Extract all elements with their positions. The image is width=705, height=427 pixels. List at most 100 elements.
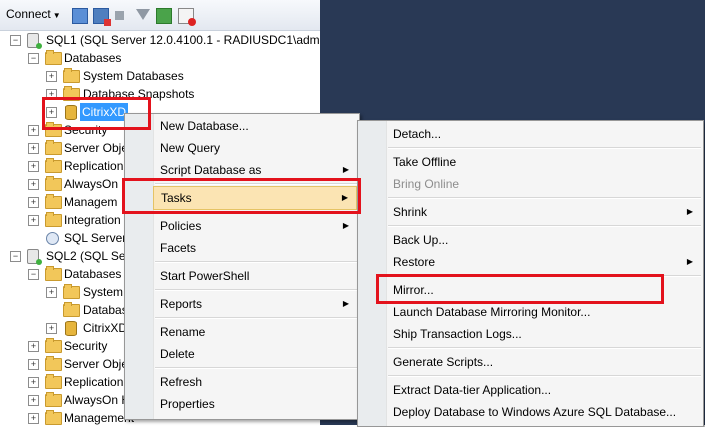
connect-button[interactable]: Connect ▼ — [6, 7, 61, 21]
menu-label: New Query — [160, 141, 221, 155]
folder-icon — [45, 176, 62, 191]
folder-icon — [45, 392, 62, 407]
tree-label: Databas — [83, 303, 128, 317]
menu-item-reports[interactable]: Reports ▶ — [153, 293, 357, 315]
tree-label: Integration — [64, 213, 121, 227]
connect-label: Connect — [6, 7, 51, 21]
expand-icon[interactable]: + — [28, 197, 39, 208]
menu-item-shrink[interactable]: Shrink ▶ — [386, 201, 701, 223]
highlight-box-mirror — [376, 274, 664, 304]
menu-label: Deploy Database to Windows Azure SQL Dat… — [393, 405, 677, 419]
menu-item-launch-mirroring-monitor[interactable]: Launch Database Mirroring Monitor... — [386, 301, 701, 323]
menu-item-new-query[interactable]: New Query — [153, 137, 357, 159]
disconnect-all-icon[interactable] — [178, 8, 196, 26]
menu-item-deploy-azure[interactable]: Deploy Database to Windows Azure SQL Dat… — [386, 401, 701, 423]
server-icon — [27, 33, 42, 49]
menu-label: Generate Scripts... — [393, 355, 494, 369]
menu-label: Extract Data-tier Application... — [393, 383, 552, 397]
menu-label: Ship Transaction Logs... — [393, 327, 522, 341]
menu-label: Take Offline — [393, 155, 457, 169]
folder-icon — [45, 194, 62, 209]
menu-item-start-powershell[interactable]: Start PowerShell — [153, 265, 357, 287]
menu-label: Back Up... — [393, 233, 449, 247]
collapse-icon[interactable]: − — [10, 251, 21, 262]
menu-label: Shrink — [393, 205, 428, 219]
tree-label: Replication — [64, 375, 124, 389]
expand-icon[interactable]: + — [28, 377, 39, 388]
expand-icon[interactable]: + — [28, 359, 39, 370]
menu-item-back-up[interactable]: Back Up... — [386, 229, 701, 251]
server-icon — [27, 249, 42, 265]
menu-item-detach[interactable]: Detach... — [386, 123, 701, 145]
menu-label: Script Database as — [160, 163, 262, 177]
tree-label: AlwaysOn H — [64, 393, 131, 407]
folder-icon — [45, 158, 62, 173]
menu-item-policies[interactable]: Policies ▶ — [153, 215, 357, 237]
expand-icon[interactable]: + — [28, 125, 39, 136]
filter-icon[interactable] — [136, 9, 150, 20]
menu-item-generate-scripts[interactable]: Generate Scripts... — [386, 351, 701, 373]
collapse-icon[interactable]: − — [28, 53, 39, 64]
menu-item-take-offline[interactable]: Take Offline — [386, 151, 701, 173]
submenu-arrow-icon: ▶ — [342, 221, 349, 230]
menu-item-bring-online: Bring Online — [386, 173, 701, 195]
tree-label: Replication — [64, 159, 124, 173]
collapse-icon[interactable]: − — [28, 269, 39, 280]
tree-label: System — [83, 285, 124, 299]
expand-icon[interactable]: + — [28, 413, 39, 424]
menu-separator — [388, 225, 701, 227]
menu-separator — [155, 317, 357, 319]
expand-icon[interactable]: + — [28, 215, 39, 226]
folder-icon — [45, 338, 62, 353]
menu-separator — [388, 197, 701, 199]
tree-label: SQL1 (SQL Server 12.0.4100.1 - RADIUSDC1… — [46, 33, 342, 47]
folder-icon — [45, 356, 62, 371]
menu-item-rename[interactable]: Rename — [153, 321, 357, 343]
refresh-icon[interactable] — [156, 8, 172, 24]
expand-icon[interactable]: + — [28, 143, 39, 154]
menu-separator — [155, 289, 357, 291]
menu-item-facets[interactable]: Facets — [153, 237, 357, 259]
menu-item-properties[interactable]: Properties — [153, 393, 357, 415]
folder-icon — [45, 140, 62, 155]
folder-icon — [45, 374, 62, 389]
menu-item-refresh[interactable]: Refresh — [153, 371, 357, 393]
expand-icon[interactable]: + — [28, 179, 39, 190]
menu-label: Properties — [160, 397, 215, 411]
menu-label: Rename — [160, 325, 206, 339]
menu-label: Detach... — [393, 127, 442, 141]
expand-icon[interactable]: + — [28, 341, 39, 352]
tree-label: Databases — [64, 51, 122, 65]
tree-label: System Databases — [83, 69, 184, 83]
tree-node-server1[interactable]: − SQL1 (SQL Server 12.0.4100.1 - RADIUSD… — [0, 31, 341, 49]
menu-separator — [388, 147, 701, 149]
object-explorer-toolbar: Connect ▼ — [0, 0, 320, 31]
menu-separator — [155, 367, 357, 369]
menu-item-ship-transaction-logs[interactable]: Ship Transaction Logs... — [386, 323, 701, 345]
folder-icon — [45, 410, 62, 425]
submenu-arrow-icon: ▶ — [686, 207, 693, 216]
register-server-icon[interactable] — [72, 8, 88, 24]
database-icon — [65, 321, 77, 336]
menu-item-delete[interactable]: Delete — [153, 343, 357, 365]
menu-label: Policies — [160, 219, 202, 233]
stop-icon[interactable] — [115, 11, 124, 20]
tree-label: AlwaysOn — [64, 177, 119, 191]
menu-item-restore[interactable]: Restore ▶ — [386, 251, 701, 273]
folder-icon — [45, 212, 62, 227]
tree-label: SQL Server — [64, 231, 127, 245]
expand-icon[interactable]: + — [28, 395, 39, 406]
expand-icon[interactable]: + — [46, 323, 57, 334]
menu-label: Bring Online — [393, 177, 460, 191]
tree-label: Managem — [64, 195, 118, 209]
menu-item-extract-data-tier[interactable]: Extract Data-tier Application... — [386, 379, 701, 401]
tree-label: Databases — [64, 267, 122, 281]
expand-icon[interactable]: + — [28, 161, 39, 172]
disconnect-icon[interactable] — [93, 8, 111, 26]
collapse-icon[interactable]: − — [10, 35, 21, 46]
expand-icon[interactable]: + — [46, 71, 57, 82]
expand-icon[interactable]: + — [46, 287, 57, 298]
menu-separator — [388, 347, 701, 349]
menu-item-new-database[interactable]: New Database... — [153, 115, 357, 137]
menu-label: Facets — [160, 241, 197, 255]
